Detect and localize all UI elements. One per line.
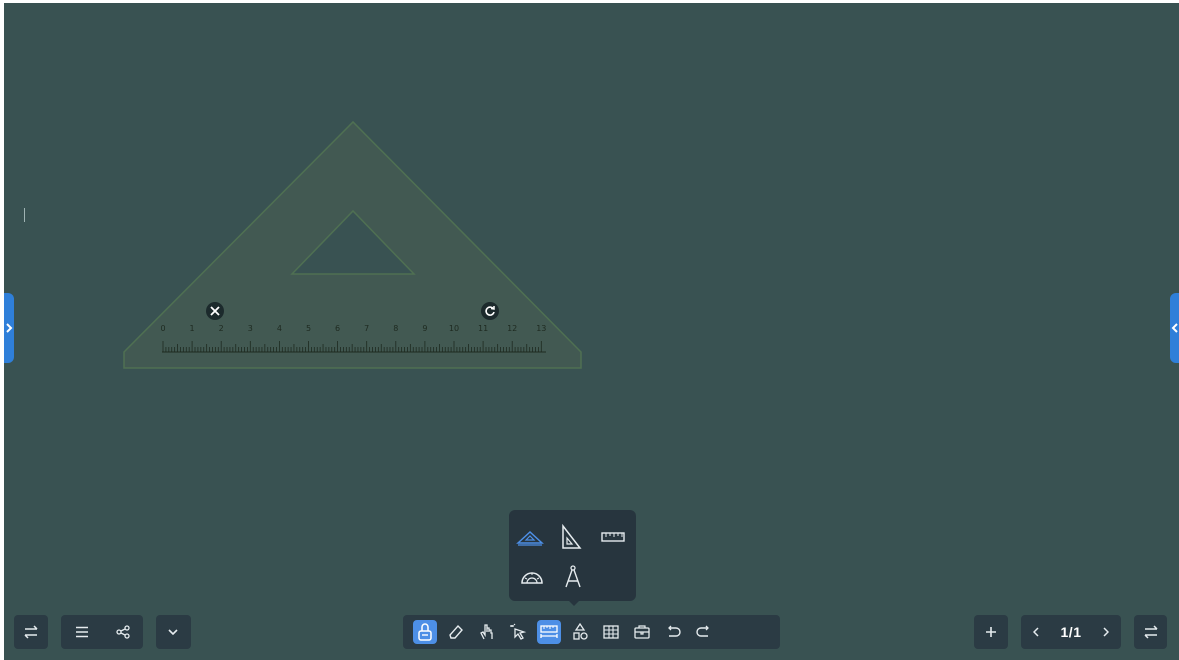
main-toolbar xyxy=(403,615,780,649)
pen-tool-icon xyxy=(417,623,432,641)
undo-button[interactable] xyxy=(657,615,688,649)
popover-arrow xyxy=(568,600,580,606)
add-page-group xyxy=(974,615,1008,649)
triangle-ruler-icon xyxy=(516,530,544,546)
ruler-tick-label: 6 xyxy=(335,324,340,333)
right-swap-group xyxy=(1134,615,1167,649)
ruler-tick-label: 12 xyxy=(507,324,517,333)
eraser-tool-button[interactable] xyxy=(440,615,471,649)
ruler-tick-label: 3 xyxy=(248,324,253,333)
ruler-tick-label: 8 xyxy=(393,324,398,333)
ruler-tick-label: 13 xyxy=(536,324,546,333)
swap-toolbar-button[interactable] xyxy=(14,615,48,649)
redo-icon xyxy=(695,625,709,637)
ruler-tick-label: 7 xyxy=(364,324,369,333)
close-icon xyxy=(210,306,220,316)
straight-ruler-icon xyxy=(601,532,625,542)
eraser-icon xyxy=(448,624,463,639)
menu-share-group xyxy=(61,615,143,649)
ruler-tick-label: 4 xyxy=(277,324,282,333)
pen-tool-button[interactable] xyxy=(409,615,440,649)
right-triangle-ruler-icon xyxy=(562,524,582,549)
prev-page-button[interactable] xyxy=(1021,615,1051,649)
shapes-tool-button[interactable] xyxy=(564,615,595,649)
ruler-tick-label: 5 xyxy=(306,324,311,333)
ruler-tick-label: 0 xyxy=(160,324,165,333)
table-icon xyxy=(602,625,619,639)
hand-tool-button[interactable] xyxy=(471,615,502,649)
ruler-tool-button[interactable] xyxy=(533,615,564,649)
chevron-left-icon xyxy=(1033,627,1039,637)
select-cursor-icon xyxy=(509,623,526,640)
protractor-option[interactable] xyxy=(517,562,547,592)
add-page-button[interactable] xyxy=(974,615,1008,649)
swap-icon xyxy=(24,625,38,639)
rotate-icon xyxy=(485,306,495,316)
ruler-tick-label: 11 xyxy=(478,324,488,333)
ruler-tool-icon xyxy=(539,625,558,638)
select-tool-button[interactable] xyxy=(502,615,533,649)
close-ruler-button[interactable] xyxy=(206,302,224,320)
protractor-icon xyxy=(521,572,543,584)
share-button[interactable] xyxy=(102,615,143,649)
pager-group: 1/1 xyxy=(1021,615,1121,649)
ruler-popover xyxy=(509,510,636,601)
collapse-group xyxy=(156,615,191,649)
plus-icon xyxy=(986,627,996,637)
chevron-right-icon xyxy=(1103,627,1109,637)
straight-ruler-option[interactable] xyxy=(598,522,628,552)
collapse-button[interactable] xyxy=(156,615,190,649)
toolbox-icon xyxy=(633,625,650,639)
table-tool-button[interactable] xyxy=(595,615,626,649)
ruler-tick-label: 9 xyxy=(422,324,427,333)
page-indicator: 1/1 xyxy=(1060,624,1082,640)
shapes-icon xyxy=(572,623,588,640)
menu-button[interactable] xyxy=(61,615,102,649)
swap-toolbar-right-button[interactable] xyxy=(1134,615,1167,649)
hand-icon xyxy=(479,624,493,640)
redo-button[interactable] xyxy=(688,615,719,649)
right-triangle-ruler-option[interactable] xyxy=(556,522,586,552)
ruler-tick-label: 2 xyxy=(219,324,224,333)
menu-icon xyxy=(75,626,88,638)
ruler-tick-label: 10 xyxy=(449,324,459,333)
toolbox-tool-button[interactable] xyxy=(626,615,657,649)
triangle-ruler-option[interactable] xyxy=(515,522,545,552)
compass-option[interactable] xyxy=(558,562,588,592)
chevron-down-icon xyxy=(168,629,178,635)
next-page-button[interactable] xyxy=(1091,615,1121,649)
rotate-ruler-button[interactable] xyxy=(481,302,499,320)
ruler-tick-label: 1 xyxy=(190,324,195,333)
share-icon xyxy=(115,625,130,639)
undo-icon xyxy=(667,625,681,637)
left-swap-group xyxy=(14,615,48,649)
swap-icon xyxy=(1143,625,1158,639)
compass-icon xyxy=(565,565,581,588)
